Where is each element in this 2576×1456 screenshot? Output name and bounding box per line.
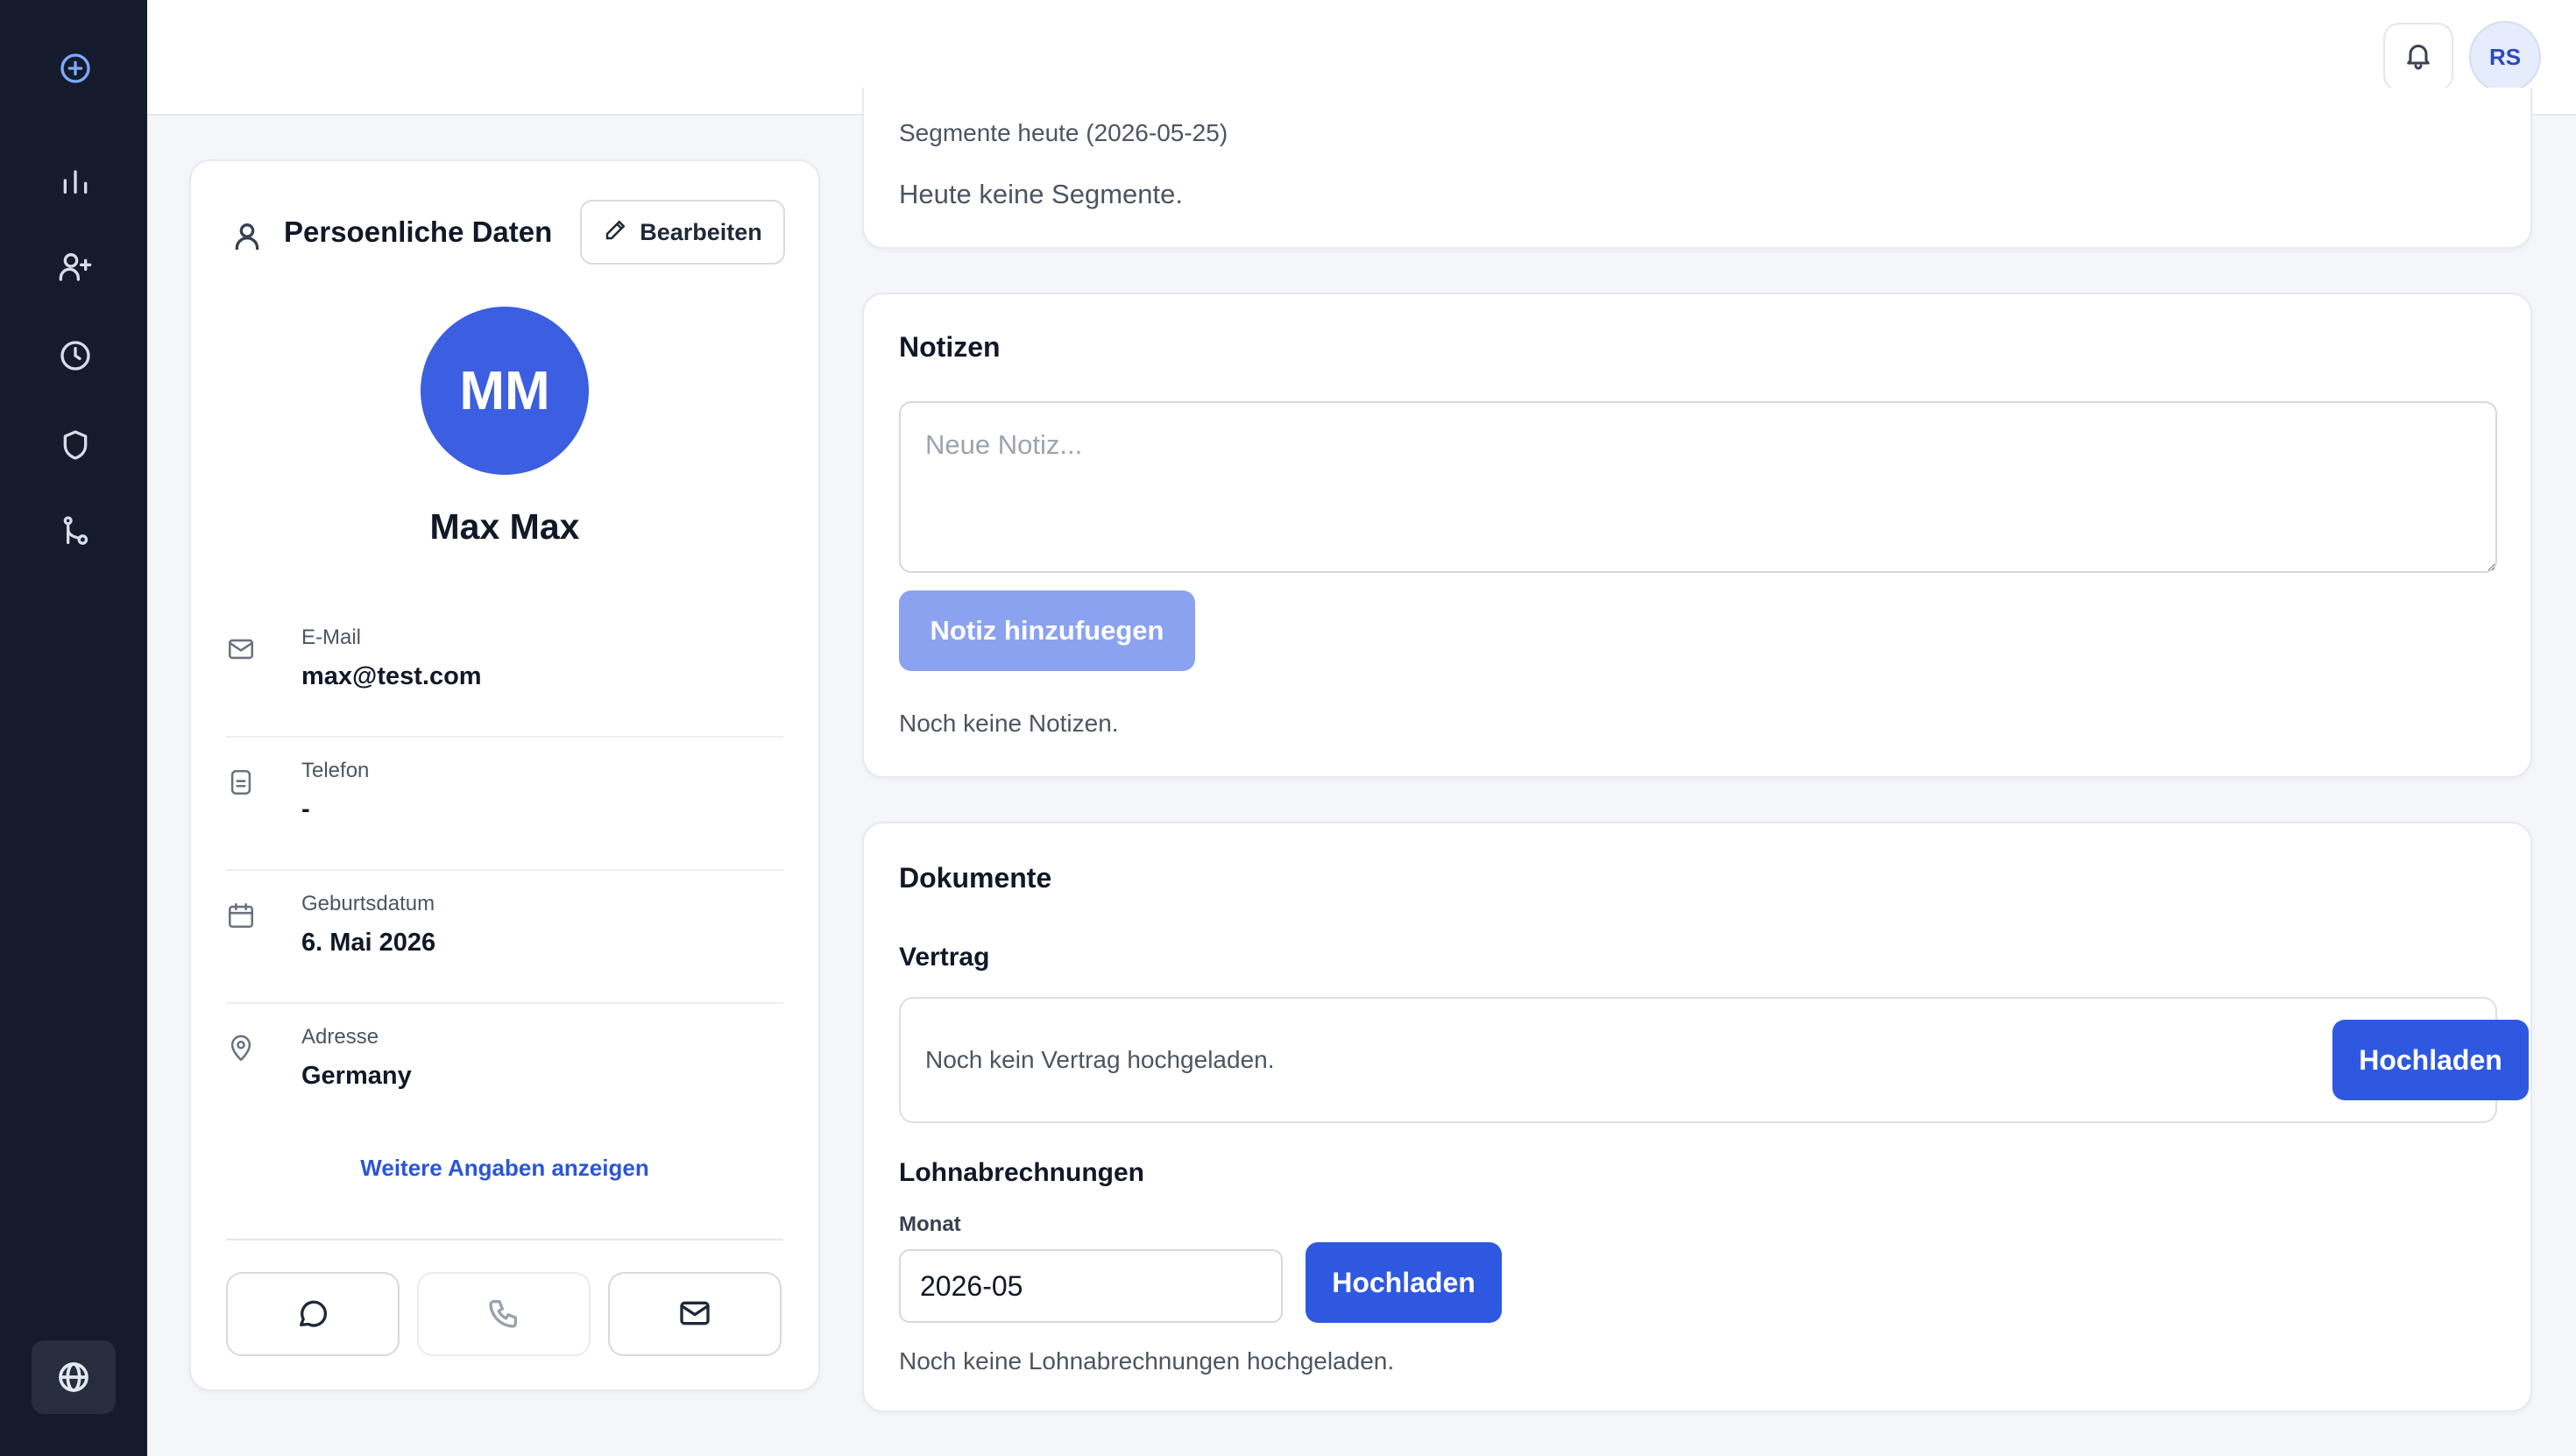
segments-empty-text: Heute keine Segmente. [899, 179, 1183, 209]
month-input[interactable] [899, 1249, 1283, 1323]
clock-icon[interactable] [47, 328, 103, 384]
user-avatar-button[interactable]: RS [2469, 21, 2541, 93]
notes-empty-text: Noch keine Notizen. [899, 710, 1119, 737]
payslips-empty-text: Noch keine Lohnabrechnungen hochgeladen. [899, 1347, 1395, 1375]
notifications-button[interactable] [2383, 23, 2453, 91]
info-row-email: E-Mail max@test.com [226, 604, 783, 738]
mail-icon [226, 634, 256, 664]
contract-title: Vertrag [899, 943, 990, 972]
phone-icon [486, 1296, 521, 1333]
month-label: Monat [899, 1212, 961, 1236]
documents-title: Dokumente [899, 862, 1052, 894]
profile-title: Persoenliche Daten [284, 216, 553, 248]
address-label: Adresse [301, 1025, 379, 1049]
segments-card: Segmente heute (2026-05-25) Heute keine … [862, 88, 2532, 249]
info-row-address: Adresse Germany [226, 1004, 783, 1137]
call-button[interactable] [417, 1272, 591, 1356]
new-note-textarea[interactable] [899, 401, 2497, 573]
add-note-button[interactable]: Notiz hinzufuegen [899, 590, 1195, 671]
phone-label: Telefon [301, 759, 370, 782]
map-pin-icon [226, 1034, 256, 1064]
address-value: Germany [301, 1062, 412, 1090]
mail-icon [677, 1296, 712, 1333]
globe-icon[interactable] [32, 1340, 116, 1414]
bar-chart-icon[interactable] [47, 152, 103, 209]
shield-icon[interactable] [47, 417, 103, 473]
email-label: E-Mail [301, 626, 362, 649]
branch-icon[interactable] [47, 503, 103, 559]
profile-card: Persoenliche Daten Bearbeiten MM Max Max… [189, 159, 820, 1391]
person-name: Max Max [429, 506, 580, 547]
info-row-phone: Telefon - [226, 738, 783, 871]
divider [226, 1239, 783, 1240]
pencil-icon [603, 216, 629, 249]
calendar-icon [226, 901, 256, 930]
profile-avatar: MM [421, 307, 589, 475]
notes-title: Notizen [899, 331, 1001, 363]
notes-card: Notizen Notiz hinzufuegen Noch keine Not… [862, 293, 2532, 778]
phone-card-icon [226, 767, 256, 797]
email-button[interactable] [608, 1272, 782, 1356]
documents-card: Dokumente Vertrag Noch kein Vertrag hoch… [862, 822, 2532, 1412]
email-value: max@test.com [301, 662, 482, 690]
payslip-upload-button[interactable]: Hochladen [1306, 1242, 1502, 1323]
user-plus-icon[interactable] [47, 238, 103, 294]
phone-value: - [301, 795, 310, 823]
contract-empty-text: Noch kein Vertrag hochgeladen. [925, 1046, 1275, 1073]
chat-icon [295, 1296, 330, 1333]
sidebar [0, 0, 147, 1456]
plus-circle-icon[interactable] [47, 40, 103, 96]
birthdate-value: 6. Mai 2026 [301, 929, 436, 957]
contract-box: Noch kein Vertrag hochgeladen. Hochladen [899, 997, 2529, 1123]
birthdate-label: Geburtsdatum [301, 892, 435, 915]
chat-button[interactable] [226, 1272, 400, 1356]
edit-profile-button[interactable]: Bearbeiten [580, 200, 785, 265]
bell-icon [2403, 39, 2434, 75]
info-row-birthdate: Geburtsdatum 6. Mai 2026 [226, 871, 783, 1004]
show-more-link[interactable]: Weitere Angaben anzeigen [191, 1155, 818, 1182]
payslips-title: Lohnabrechnungen [899, 1158, 1144, 1187]
edit-button-label: Bearbeiten [640, 218, 762, 245]
user-icon [230, 219, 265, 254]
segments-title: Segmente heute (2026-05-25) [899, 119, 1228, 146]
contract-upload-button[interactable]: Hochladen [2332, 1020, 2529, 1100]
